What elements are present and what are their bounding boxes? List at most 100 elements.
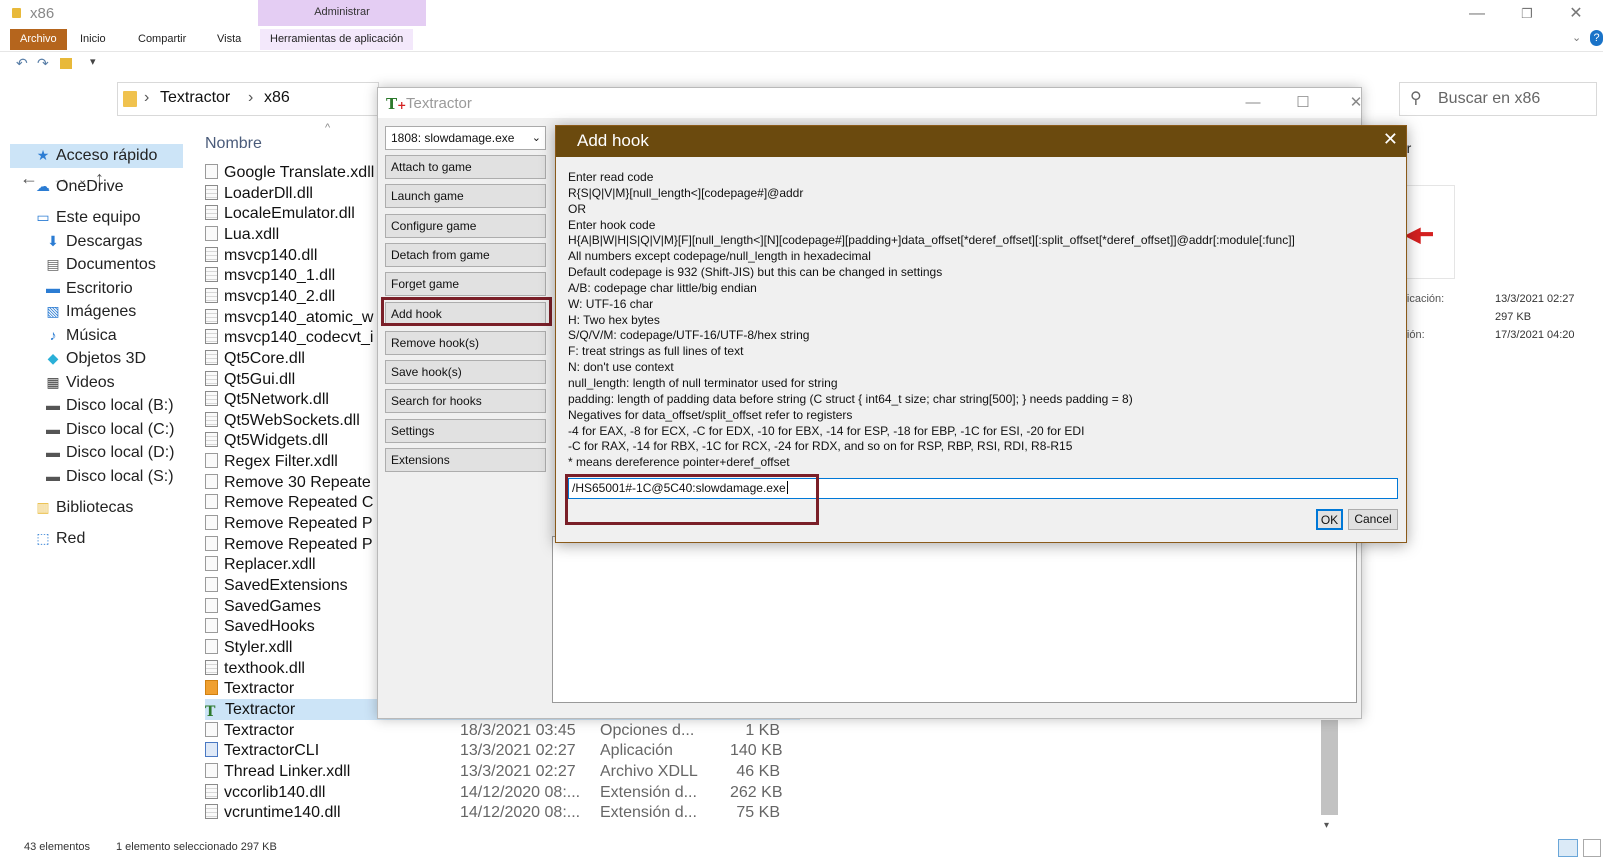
sidebar-item[interactable]: ⬇ Descargas [44, 230, 142, 252]
redo-icon[interactable]: ↷ [37, 55, 49, 72]
address-bar[interactable]: › Textractor › x86 [117, 82, 379, 116]
tab-inicio[interactable]: Inicio [70, 29, 116, 50]
close-icon[interactable]: ✕ [1336, 91, 1376, 115]
sidebar-item[interactable]: ▬ Escritorio [44, 277, 133, 299]
file-name: LoaderDll.dll [224, 185, 313, 202]
sidebar-item-label: OneDrive [56, 178, 124, 195]
file-name: msvcp140_codecvt_i [224, 329, 374, 346]
search-box[interactable]: ⚲ Buscar en x86 [1399, 82, 1597, 116]
textractor-button[interactable]: Configure game [385, 213, 546, 238]
status-bar: 43 elementos 1 elemento seleccionado 297… [0, 836, 1603, 862]
file-icon [205, 804, 218, 819]
chevron-down-icon[interactable]: ⌄ [1572, 31, 1581, 44]
help-line: S/Q/V/M: codepage/UTF-16/UTF-8/hex strin… [568, 328, 810, 343]
chevron-down-icon[interactable]: ▾ [90, 55, 96, 68]
file-row[interactable]: vccorlib140.dll 14/12/2020 08:... Extensió… [205, 782, 800, 803]
textractor-button[interactable]: Save hook(s) [385, 360, 546, 385]
sidebar-item[interactable]: ▬ Disco local (D:) [44, 441, 174, 463]
search-placeholder: Buscar en x86 [1438, 90, 1541, 107]
file-name: Remove Repeated P [224, 515, 373, 532]
help-line: F: treat strings as full lines of text [568, 344, 744, 359]
sidebar-item-label: Red [56, 530, 86, 547]
sidebar-item[interactable]: ⬚ Red [34, 527, 85, 549]
file-icon [205, 432, 218, 447]
file-row[interactable]: TextractorCLI 13/3/2021 02:27 Aplicación 14… [205, 740, 800, 761]
sidebar-item[interactable]: ▭ Este equipo [34, 206, 140, 228]
sidebar-item[interactable]: ▦ Videos [44, 371, 114, 393]
sidebar-item[interactable]: ▬ Disco local (C:) [44, 418, 174, 440]
scrollbar-thumb[interactable] [1321, 720, 1338, 815]
tab-compartir[interactable]: Compartir [128, 29, 196, 50]
sidebar-item[interactable]: ▧ Imágenes [44, 300, 136, 322]
sidebar-item-label: Música [66, 327, 117, 344]
file-icon [205, 267, 218, 282]
sidebar-item[interactable]: ▤ Documentos [44, 253, 155, 275]
text-output-pane[interactable] [552, 536, 1357, 703]
sidebar-item[interactable]: ☁ OneDrive [34, 175, 124, 197]
file-row[interactable]: Textractor 18/3/2021 03:45 Opciones d... 1 … [205, 720, 800, 741]
tab-archivo[interactable]: Archivo [10, 29, 67, 50]
sidebar-item[interactable]: ◆ Objetos 3D [44, 347, 146, 369]
textractor-button[interactable]: Detach from game [385, 242, 546, 267]
tab-herramientas[interactable]: Herramientas de aplicación [260, 29, 414, 50]
textractor-button[interactable]: Search for hooks [385, 389, 546, 414]
textractor-button[interactable]: Forget game [385, 272, 546, 297]
breadcrumb-item[interactable]: x86 [264, 89, 290, 107]
help-icon[interactable]: ? [1590, 30, 1603, 46]
help-line: W: UTF-16 char [568, 296, 654, 311]
file-name: Textractor [224, 722, 295, 739]
sidebar-item[interactable]: ▬ Disco local (B:) [44, 394, 174, 416]
file-icon [205, 618, 218, 633]
hook-help-text: Enter read code R{S|Q|V|M}[null_length<][… [568, 170, 1403, 471]
maximize-icon[interactable]: ☐ [1283, 91, 1323, 115]
file-icon [205, 329, 218, 344]
help-line: N: don't use context [568, 360, 674, 375]
sidebar-item[interactable]: ♪ Música [44, 324, 117, 346]
tiles-view-icon[interactable] [1583, 839, 1601, 857]
file-row[interactable]: Thread Linker.xdll 13/3/2021 02:27 Archivo… [205, 761, 800, 782]
file-type: Extensión d... [600, 804, 697, 821]
quick-access-toolbar: ↶ ↷ ▾ [0, 52, 1603, 78]
textractor-button[interactable]: Launch game [385, 184, 546, 209]
sidebar-item-label: Descargas [66, 233, 143, 250]
close-icon[interactable]: ✕ [1554, 2, 1598, 26]
close-icon[interactable]: ✕ [1383, 129, 1398, 150]
sidebar-item-label: Disco local (C:) [66, 421, 175, 438]
sidebar-item[interactable]: ★ Acceso rápido [34, 144, 158, 166]
file-icon [205, 494, 218, 509]
process-select[interactable]: 1808: slowdamage.exe ⌄ [385, 126, 546, 150]
cancel-button[interactable]: Cancel [1348, 509, 1398, 530]
file-name: Qt5Network.dll [224, 391, 329, 408]
sidebar-item-label: Objetos 3D [66, 350, 147, 367]
sidebar-item[interactable]: ▥ Bibliotecas [34, 496, 133, 518]
dialog-icon [564, 133, 578, 150]
column-header-name[interactable]: Nombre [205, 135, 262, 153]
file-icon [205, 288, 218, 303]
restore-icon[interactable]: ❐ [1505, 2, 1549, 26]
file-icon [205, 164, 218, 179]
textractor-button[interactable]: Remove hook(s) [385, 330, 546, 355]
textractor-icon: T+ [386, 95, 407, 113]
file-name: Qt5Gui.dll [224, 371, 296, 388]
details-view-icon[interactable] [1558, 839, 1578, 857]
scroll-down-icon[interactable]: ▾ [1324, 820, 1329, 831]
textractor-button[interactable]: Settings [385, 418, 546, 443]
minimize-icon[interactable]: — [1455, 2, 1499, 26]
textractor-button[interactable]: Attach to game [385, 155, 546, 179]
tab-vista[interactable]: Vista [207, 29, 251, 50]
file-icon [205, 680, 218, 695]
folder-icon[interactable] [60, 58, 72, 69]
file-type: Archivo XDLL [600, 763, 698, 780]
file-type: Opciones d... [600, 722, 695, 739]
help-line: null_length: length of null terminator u… [568, 375, 838, 390]
sidebar-item[interactable]: ▬ Disco local (S:) [44, 465, 174, 487]
file-icon [205, 453, 218, 468]
folder-icon [12, 8, 21, 18]
ok-button[interactable]: OK [1316, 509, 1343, 530]
breadcrumb-item[interactable]: Textractor [160, 89, 230, 107]
help-line: OR [568, 201, 586, 216]
minimize-icon[interactable]: — [1233, 91, 1273, 115]
textractor-button[interactable]: Extensions [385, 448, 546, 472]
file-row[interactable]: vcruntime140.dll 14/12/2020 08:... Extensi… [205, 802, 800, 823]
undo-icon[interactable]: ↶ [16, 55, 28, 72]
